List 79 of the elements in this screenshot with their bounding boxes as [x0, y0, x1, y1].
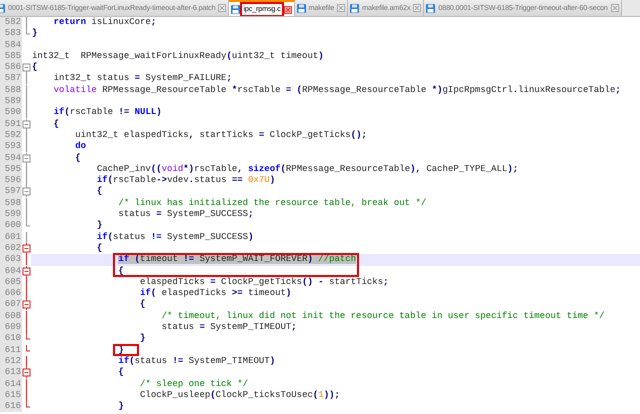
- close-icon[interactable]: [284, 6, 292, 14]
- fold-toggle-icon[interactable]: [22, 266, 31, 277]
- code-line: }: [117, 401, 125, 412]
- line-number: 613: [0, 367, 22, 378]
- code-line: {: [96, 186, 104, 198]
- line-number: 605: [0, 276, 22, 288]
- fold-toggle-icon[interactable]: [22, 299, 31, 311]
- code-line: status = SystemP_SUCCESS;: [117, 209, 254, 220]
- fold-toggle-icon[interactable]: [22, 118, 31, 130]
- line-number: 598: [0, 198, 22, 210]
- code-line: {: [117, 266, 125, 277]
- code-line: int32_t status = SystemP_FAILURE;: [52, 73, 233, 85]
- code-line: }: [139, 333, 146, 345]
- line-number: 599: [0, 209, 22, 220]
- fold-toggle-icon[interactable]: [22, 242, 31, 254]
- line-number: 611: [0, 344, 22, 356]
- code-line: }: [96, 220, 104, 232]
- line-number: 589: [0, 96, 22, 108]
- line-number: 588: [0, 84, 22, 96]
- code-line: if( elaspedTicks >= timeout): [139, 288, 292, 300]
- line-number: 584: [0, 40, 22, 51]
- line-number: 591: [0, 118, 22, 130]
- close-icon[interactable]: [413, 4, 422, 12]
- code-line: if(rscTable->vdev.status == 0x7U): [96, 175, 276, 186]
- line-number: 586: [0, 62, 22, 74]
- close-icon[interactable]: [610, 4, 619, 12]
- line-number: 615: [0, 390, 22, 402]
- code-line: status = SystemP_TIMEOUT;: [160, 322, 298, 334]
- code-line: /* sleep one tick */: [139, 378, 250, 390]
- close-icon[interactable]: [337, 4, 346, 12]
- line-number: 585: [0, 50, 22, 62]
- fold-toggle-icon[interactable]: [22, 152, 31, 164]
- code-line: /* linux has initialized the resource table, break out */: [117, 198, 428, 210]
- fold-toggle-icon[interactable]: [22, 62, 31, 74]
- code-line: if(status != SystemP_TIMEOUT): [117, 356, 276, 368]
- code-line: {: [117, 367, 125, 378]
- line-number: 583: [0, 28, 22, 40]
- code-line: {: [52, 118, 60, 130]
- code-line: {: [74, 152, 82, 164]
- code-line: elaspedTicks = ClockP_getTicks() - startTicks;: [139, 276, 390, 288]
- code-line: volatile RPMessage_ResourceTable *rscTable = (RPMessage_ResourceTable *)gIpcRpmsgCtrl.linuxResourceTable;: [52, 84, 622, 96]
- code-line: ClockP_usleep(ClockP_ticksToUsec(1));: [139, 390, 341, 402]
- line-number: 594: [0, 152, 22, 164]
- line-number: 595: [0, 164, 22, 176]
- line-number: 603: [0, 254, 22, 266]
- code-line: {: [31, 62, 38, 74]
- code-line: {: [139, 299, 146, 311]
- line-number: 606: [0, 288, 22, 300]
- line-number: 587: [0, 73, 22, 85]
- fold-toggle-icon[interactable]: [22, 367, 31, 378]
- line-number: 582: [0, 17, 22, 28]
- code-line: return isLinuxCore;: [52, 17, 158, 28]
- line-number: 616: [0, 401, 22, 412]
- line-number: 597: [0, 186, 22, 198]
- code-line: }: [31, 28, 38, 40]
- code-line: if(rscTable != NULL): [52, 107, 163, 119]
- code-line: {: [96, 242, 104, 254]
- line-number: 608: [0, 310, 22, 322]
- code-line: CacheP_inv((void*)rscTable, sizeof(RPMessage_ResourceTable), CacheP_TYPE_ALL);: [96, 164, 520, 175]
- code-line: int32_t RPMessage_waitForLinuxReady(uint32_t timeout): [31, 50, 325, 62]
- line-number: 604: [0, 266, 22, 277]
- line-number: 590: [0, 107, 22, 119]
- code-line: uint32_t elaspedTicks, startTicks = ClockP_getTicks();: [74, 130, 368, 142]
- close-icon[interactable]: [218, 4, 226, 12]
- line-number: 600: [0, 220, 22, 232]
- code-line: if(status != SystemP_SUCCESS): [96, 232, 254, 243]
- line-number: 602: [0, 242, 22, 254]
- line-number: 601: [0, 232, 22, 243]
- line-number: 596: [0, 175, 22, 186]
- line-number: 607: [0, 299, 22, 311]
- line-number: 614: [0, 378, 22, 390]
- line-number: 592: [0, 130, 22, 142]
- line-number: 593: [0, 141, 22, 153]
- line-number: 610: [0, 333, 22, 345]
- code-line: /* timeout, linux did not init the resource table in user specific timeout time */: [160, 310, 606, 322]
- line-number: 609: [0, 322, 22, 334]
- fold-toggle-icon[interactable]: [22, 186, 31, 198]
- code-line: do: [74, 141, 88, 153]
- line-number: 612: [0, 356, 22, 368]
